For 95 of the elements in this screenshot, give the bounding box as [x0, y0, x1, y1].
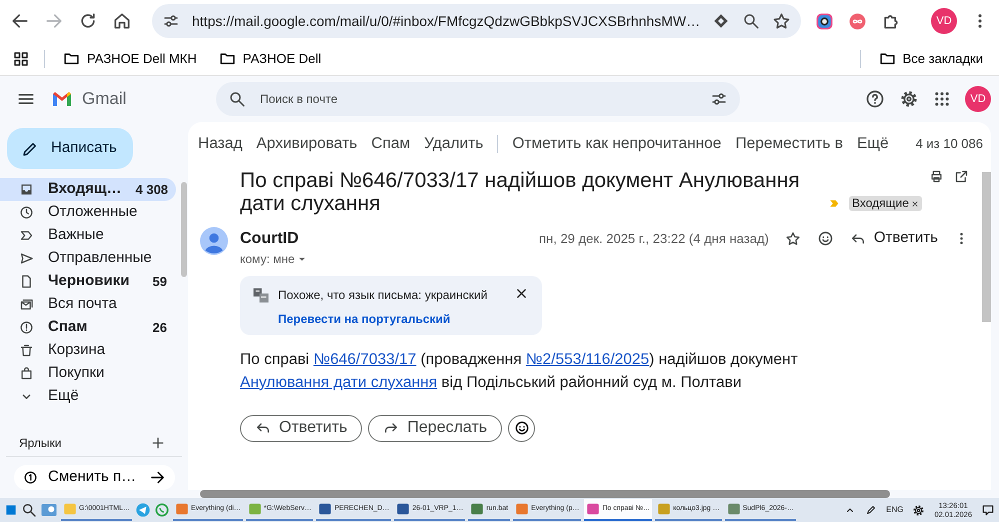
search-icon[interactable]: [21, 502, 37, 518]
recipient-toggle[interactable]: кому: мне: [240, 250, 969, 268]
notification-icon[interactable]: [981, 503, 995, 517]
account-avatar[interactable]: VD: [965, 86, 991, 112]
app-icon: [63, 502, 77, 516]
scrollbar[interactable]: [982, 172, 991, 322]
toolbar-action[interactable]: Отметить как непрочитанное: [512, 130, 722, 158]
app-icon: [318, 502, 332, 516]
label-chip[interactable]: Входящие: [849, 196, 922, 212]
app-icon: [248, 502, 262, 516]
language-notice: Похоже, что язык письма: украинский: [278, 286, 488, 304]
search-field[interactable]: Поиск в почте: [216, 82, 740, 116]
app-icon: [174, 502, 189, 516]
app-icon: [470, 502, 484, 516]
toolbar-action[interactable]: Архивировать: [256, 130, 358, 158]
sidebar-item[interactable]: Ещё: [0, 385, 176, 408]
remove-label-icon[interactable]: [910, 200, 919, 208]
message-body: По справі №646/7033/17 (провадження №2/553/116/2025) надійшов документ Анулювання дати слухання від Подільський районний суд м. Полтави: [240, 350, 799, 393]
sidebar-item[interactable]: Спам 26: [0, 316, 176, 340]
emoji-button[interactable]: [508, 414, 536, 442]
app-icon: [586, 502, 600, 516]
help-icon[interactable]: [865, 89, 885, 109]
toolbar-action[interactable]: Спам: [371, 130, 410, 158]
bookmark-folder[interactable]: РАЗНОЕ Dell: [214, 46, 326, 70]
inbox-icon: [19, 182, 34, 198]
sender-avatar-icon: [200, 227, 228, 256]
sender-name: CourtID: [240, 230, 299, 248]
pen-icon[interactable]: [865, 504, 878, 516]
app-icon: [726, 502, 741, 516]
toolbar-action[interactable]: Назад: [198, 130, 242, 158]
profile-avatar[interactable]: VD: [931, 8, 957, 34]
spam-icon: [19, 320, 34, 336]
stacked-mail-icon: [19, 297, 34, 312]
switch-button[interactable]: Сменить п…: [14, 464, 175, 490]
translate-icon: [252, 286, 270, 304]
message-link[interactable]: Анулювання дати слухання: [240, 374, 438, 391]
translate-link[interactable]: Перевести на португальский: [278, 310, 506, 328]
bookmark-folder[interactable]: Все закладки: [874, 46, 987, 70]
emoji-icon: [514, 420, 530, 436]
send-icon: [19, 251, 34, 266]
home-icon[interactable]: [112, 11, 132, 31]
sidebar-item[interactable]: Входящ… 4 308: [0, 178, 176, 202]
extension-icon[interactable]: [815, 12, 834, 30]
sidebar-item[interactable]: Покупки: [0, 362, 176, 386]
emoji-icon[interactable]: [816, 230, 834, 247]
start-icon[interactable]: [4, 503, 18, 517]
apps-grid-icon[interactable]: [12, 50, 30, 68]
scrollbar[interactable]: [181, 182, 187, 277]
message-link[interactable]: №2/553/116/2025: [526, 350, 650, 368]
reply-button[interactable]: Ответить: [240, 414, 362, 442]
sidebar-item[interactable]: Отправленные: [0, 247, 176, 270]
sidebar-item[interactable]: Важные: [0, 224, 176, 248]
file-icon: [19, 274, 34, 290]
sidebar-item[interactable]: Черновики 59: [0, 270, 176, 294]
message-date: пн, 29 дек. 2025 г., 23:22 (4 дня назад): [539, 230, 769, 248]
settings-icon[interactable]: [912, 504, 926, 516]
add-label-icon[interactable]: [150, 434, 166, 451]
app-icon: [396, 502, 410, 516]
trash-icon: [19, 343, 34, 358]
circled-one-icon: [23, 470, 38, 485]
toolbar-action[interactable]: Переместить в: [735, 130, 843, 158]
whatsapp-icon[interactable]: [154, 502, 170, 518]
sidebar-item[interactable]: Отложенные: [0, 201, 176, 224]
subject-title: По справі №646/7033/17 надійшов документ Анулювання дати слухання: [240, 169, 801, 216]
product-name: Gmail: [82, 88, 128, 110]
app-icon: [515, 502, 530, 516]
pager-text: 4 из 10 086: [916, 134, 983, 153]
reply-button[interactable]: Ответить: [850, 227, 938, 250]
diamond-icon[interactable]: [712, 12, 730, 30]
app-icon: [657, 502, 672, 516]
toolbar-action[interactable]: Удалить: [424, 130, 484, 158]
sidebar-item[interactable]: Вся почта: [0, 293, 176, 316]
url-text: https://mail.google.com/mail/u/0/#inbox/FMfcgzQdzwGBbkpSVJCXSBrhnhsMW…: [192, 12, 700, 31]
settings-icon[interactable]: [899, 89, 919, 109]
print-icon[interactable]: [929, 169, 944, 184]
sidebar-item[interactable]: Корзина: [0, 339, 176, 362]
zoom-icon[interactable]: [742, 12, 760, 30]
search-icon[interactable]: [228, 90, 246, 108]
apps-icon[interactable]: [933, 90, 951, 108]
toolbar-action[interactable]: Ещё: [856, 130, 889, 158]
labels-heading: Ярлыки: [19, 434, 62, 452]
address-bar[interactable]: https://mail.google.com/mail/u/0/#inbox/FMfcgzQdzwGBbkpSVJCXSBrhnhsMW…: [152, 4, 802, 38]
search-input[interactable]: Поиск в почте: [258, 89, 698, 109]
language-indicator[interactable]: ENG: [886, 504, 904, 516]
bookmark-folder[interactable]: РАЗНОЕ Dell МКН: [59, 46, 201, 70]
message-link[interactable]: №646/7033/17: [313, 350, 416, 368]
telegram-icon[interactable]: [134, 502, 151, 518]
forward-button[interactable]: Переслать: [368, 414, 502, 442]
star-icon[interactable]: [784, 230, 801, 246]
compose-button[interactable]: Написать: [7, 128, 133, 170]
bag-icon: [19, 366, 34, 382]
clock-icon: [19, 205, 34, 220]
scrollbar[interactable]: [200, 490, 890, 498]
bookmark-star-icon[interactable]: [772, 12, 792, 30]
new-window-icon[interactable]: [954, 169, 969, 184]
